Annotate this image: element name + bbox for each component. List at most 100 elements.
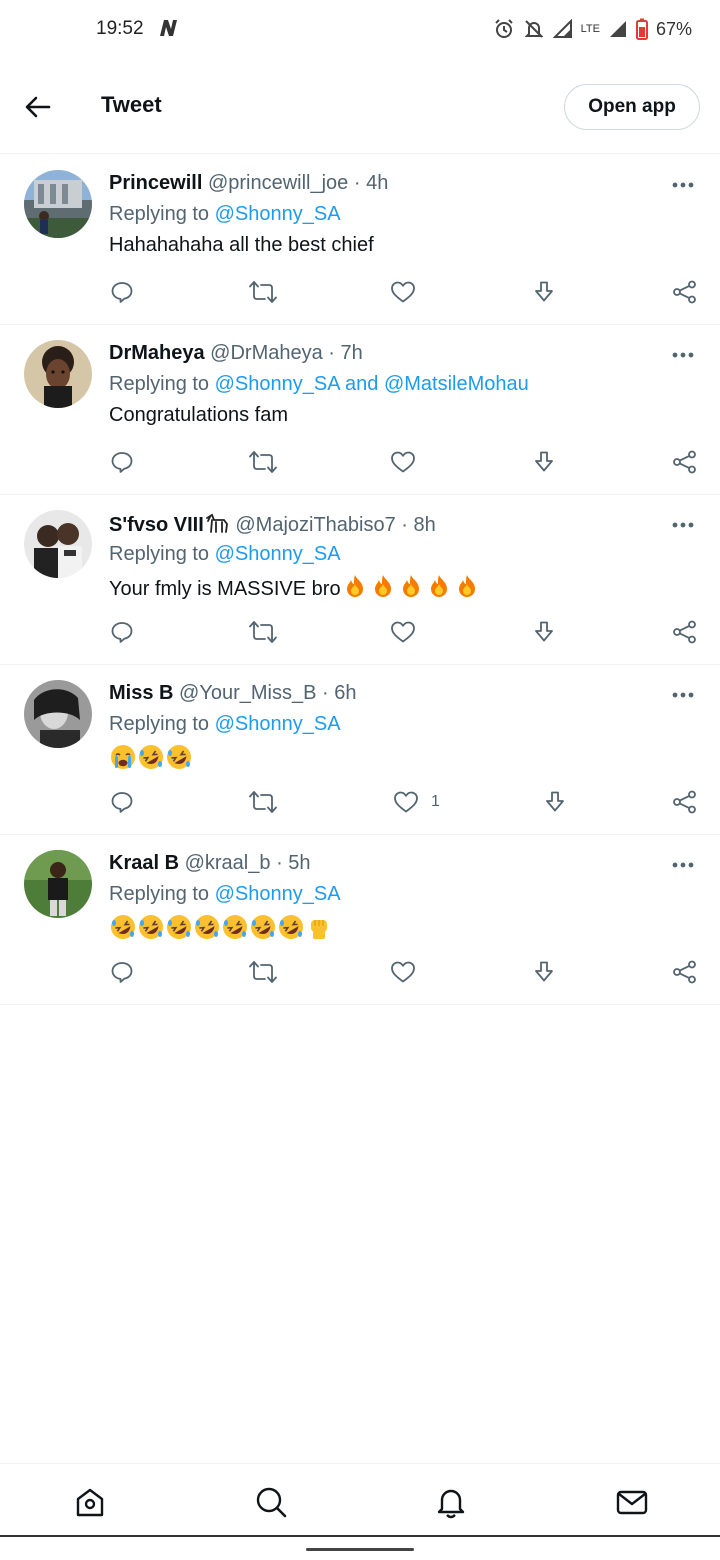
tweet[interactable]: Kraal B @kraal_b · 5h Replying to @Shonn… bbox=[0, 835, 720, 1005]
share-button[interactable] bbox=[672, 787, 698, 817]
mention-link[interactable]: @Shonny_SA bbox=[215, 883, 341, 905]
rolling-on-floor-laughing-emoji-icon bbox=[109, 914, 137, 946]
tweet-actions bbox=[0, 617, 720, 647]
replying-to-label: Replying to bbox=[109, 203, 210, 225]
share-button[interactable] bbox=[672, 957, 698, 987]
author-handle[interactable]: @DrMaheya bbox=[210, 342, 323, 364]
download-icon bbox=[535, 281, 553, 302]
tweet-time[interactable]: 8h bbox=[414, 514, 436, 536]
more-options-button[interactable] bbox=[668, 683, 698, 707]
tweet[interactable]: Princewill @princewill_joe · 4h Replying… bbox=[0, 155, 720, 325]
mention-link[interactable]: @Shonny_SA bbox=[215, 543, 341, 565]
rolling-on-floor-laughing-emoji-icon bbox=[249, 914, 277, 946]
tweet-time[interactable]: 6h bbox=[334, 682, 356, 704]
retweet-button[interactable] bbox=[249, 957, 277, 987]
rolling-on-floor-laughing-emoji-icon bbox=[137, 914, 165, 946]
fire-emoji-icon bbox=[425, 574, 453, 604]
avatar[interactable] bbox=[24, 680, 92, 748]
more-options-button[interactable] bbox=[668, 343, 698, 367]
author-name[interactable]: Kraal B bbox=[109, 852, 179, 874]
open-app-button[interactable]: Open app bbox=[564, 84, 700, 130]
messages-icon bbox=[616, 1490, 648, 1515]
retweet-button[interactable] bbox=[249, 447, 277, 477]
like-button[interactable] bbox=[390, 277, 416, 307]
tweet-time[interactable]: 5h bbox=[288, 852, 310, 874]
mention-link[interactable]: @MatsileMohau bbox=[384, 373, 529, 395]
author-name[interactable]: DrMaheya bbox=[109, 342, 205, 364]
avatar[interactable] bbox=[24, 510, 92, 578]
mention-link[interactable]: @Shonny_SA bbox=[215, 713, 341, 735]
more-options-button[interactable] bbox=[668, 513, 698, 537]
loudly-crying-face-emoji-icon bbox=[109, 744, 137, 776]
nav-notifications[interactable] bbox=[431, 1482, 471, 1522]
tweet[interactable]: DrMaheya @DrMaheya · 7h Replying to @Sho… bbox=[0, 325, 720, 495]
mute-icon bbox=[523, 18, 545, 40]
tweet-text: Congratulations fam bbox=[109, 404, 288, 426]
reply-button[interactable] bbox=[110, 957, 134, 987]
download-icon bbox=[535, 451, 553, 472]
nav-search[interactable] bbox=[251, 1482, 291, 1522]
replying-to: Replying to @Shonny_SA bbox=[109, 883, 341, 906]
more-options-button[interactable] bbox=[668, 173, 698, 197]
network-type: LTE bbox=[580, 22, 600, 35]
nav-home[interactable] bbox=[70, 1482, 110, 1522]
tweet-text bbox=[109, 744, 193, 776]
bookmark-button[interactable] bbox=[532, 957, 556, 987]
home-indicator[interactable] bbox=[306, 1548, 414, 1551]
like-button[interactable]: 1 bbox=[393, 787, 440, 817]
tweet-actions: 1 bbox=[0, 787, 720, 817]
back-button[interactable] bbox=[18, 87, 58, 127]
bookmark-button[interactable] bbox=[532, 617, 556, 647]
separator-dot: · bbox=[401, 514, 408, 536]
like-button[interactable] bbox=[390, 957, 416, 987]
like-button[interactable] bbox=[390, 617, 416, 647]
mention-link[interactable]: @Shonny_SA bbox=[215, 203, 341, 225]
bookmark-button[interactable] bbox=[532, 277, 556, 307]
fire-emoji-icon bbox=[453, 574, 481, 604]
reply-button[interactable] bbox=[110, 277, 134, 307]
share-icon bbox=[673, 960, 696, 984]
reply-button[interactable] bbox=[110, 617, 134, 647]
separator-dot: · bbox=[353, 172, 361, 194]
retweet-button[interactable] bbox=[249, 617, 277, 647]
reply-icon bbox=[111, 452, 133, 473]
avatar[interactable] bbox=[24, 340, 92, 408]
share-button[interactable] bbox=[672, 617, 698, 647]
retweet-icon bbox=[249, 451, 277, 473]
author-handle[interactable]: @Your_Miss_B bbox=[179, 682, 316, 704]
author-name[interactable]: Princewill bbox=[109, 172, 202, 194]
more-icon bbox=[672, 522, 694, 528]
tweet[interactable]: S'fvso VIII @MajoziThabiso7 · 8h Replyin… bbox=[0, 495, 720, 665]
separator-dot: · bbox=[276, 852, 283, 874]
home-icon bbox=[76, 1488, 104, 1517]
nav-messages[interactable] bbox=[612, 1482, 652, 1522]
page-title: Tweet bbox=[101, 92, 162, 117]
alarm-icon bbox=[493, 18, 515, 40]
retweet-button[interactable] bbox=[249, 277, 277, 307]
author-name[interactable]: Miss B bbox=[109, 682, 173, 704]
reply-button[interactable] bbox=[110, 787, 134, 817]
tweet-time[interactable]: 4h bbox=[366, 172, 388, 194]
retweet-button[interactable] bbox=[249, 787, 277, 817]
author-handle[interactable]: @MajoziThabiso7 bbox=[235, 514, 395, 536]
avatar[interactable] bbox=[24, 850, 92, 918]
reply-feed: Princewill @princewill_joe · 4h Replying… bbox=[0, 155, 720, 1005]
share-button[interactable] bbox=[672, 447, 698, 477]
author-handle[interactable]: @kraal_b bbox=[185, 852, 271, 874]
like-button[interactable] bbox=[390, 447, 416, 477]
share-button[interactable] bbox=[672, 277, 698, 307]
bookmark-button[interactable] bbox=[543, 787, 567, 817]
reply-icon bbox=[111, 962, 133, 983]
retweet-icon bbox=[249, 961, 277, 983]
download-icon bbox=[535, 621, 553, 642]
tweet[interactable]: Miss B @Your_Miss_B · 6h Replying to @Sh… bbox=[0, 665, 720, 835]
mention-link[interactable]: @Shonny_SA bbox=[215, 373, 340, 395]
reply-button[interactable] bbox=[110, 447, 134, 477]
author-name[interactable]: S'fvso VIII bbox=[109, 514, 204, 536]
author-handle[interactable]: @princewill_joe bbox=[208, 172, 348, 194]
tweet-time[interactable]: 7h bbox=[341, 342, 363, 364]
more-options-button[interactable] bbox=[668, 853, 698, 877]
avatar[interactable] bbox=[24, 170, 92, 238]
battery-percent: 67% bbox=[655, 18, 692, 39]
bookmark-button[interactable] bbox=[532, 447, 556, 477]
